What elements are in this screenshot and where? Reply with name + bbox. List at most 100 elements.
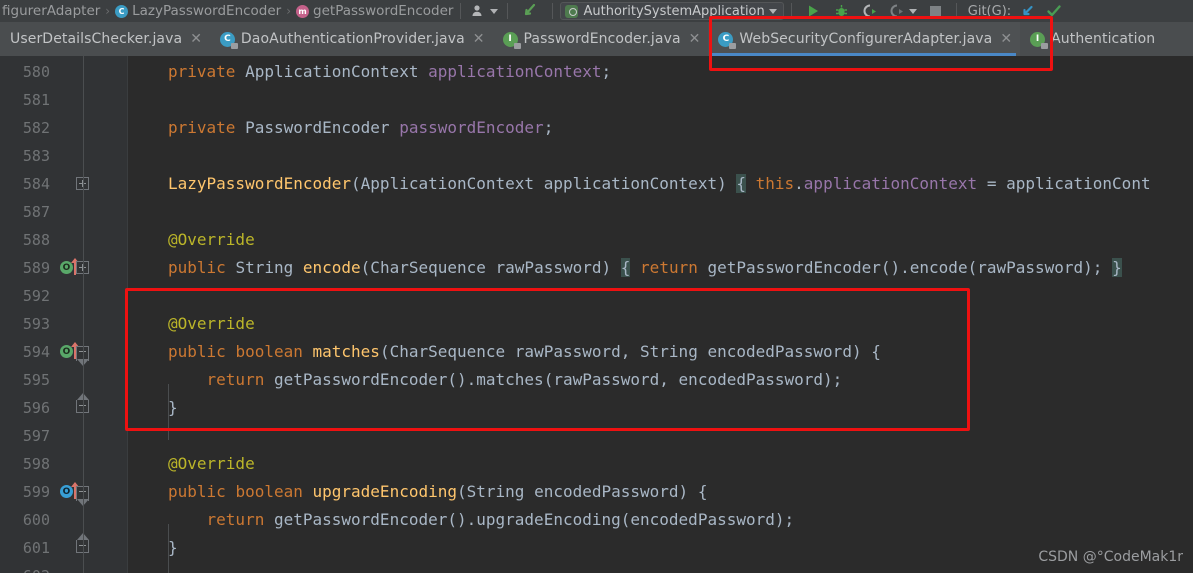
gutter-row: 597 <box>0 422 128 450</box>
git-update-button[interactable] <box>1015 0 1041 22</box>
breadcrumb-item-0[interactable]: figurerAdapter <box>2 3 100 19</box>
editor-tab-label: UserDetailsChecker.java <box>10 31 183 47</box>
line-number: 600 <box>22 511 50 529</box>
gutter-row: 583 <box>0 142 128 170</box>
code-token: (CharSequence rawPassword) <box>360 258 621 277</box>
interface-icon: I <box>1030 31 1049 49</box>
code-area[interactable]: private ApplicationContext applicationCo… <box>128 56 1193 573</box>
code-token: } <box>1112 258 1122 277</box>
gutter-row: 594 O <box>0 338 128 366</box>
user-avatar-dropdown[interactable] <box>468 0 500 22</box>
toolbar-divider-3 <box>552 3 554 19</box>
code-line: } <box>128 534 178 562</box>
line-number: 592 <box>22 287 50 305</box>
editor-tab-1[interactable]: C DaoAuthenticationProvider.java ✕ <box>210 22 493 56</box>
code-line: LazyPasswordEncoder(ApplicationContext a… <box>128 170 1151 198</box>
line-number: 589 <box>22 259 50 277</box>
profiler-button[interactable] <box>885 0 922 22</box>
line-number: 580 <box>22 63 50 81</box>
stop-icon <box>929 5 941 17</box>
gutter-row: 599 O <box>0 478 128 506</box>
code-token: (CharSequence rawPassword, String encode… <box>379 342 881 361</box>
commit-checkmark-icon <box>1047 5 1061 17</box>
run-button[interactable] <box>799 0 827 22</box>
update-project-icon <box>1023 5 1033 16</box>
code-token: . <box>794 174 804 193</box>
editor-tab-label: DaoAuthenticationProvider.java <box>240 31 465 47</box>
git-commit-button[interactable] <box>1041 0 1067 22</box>
gutter-marker-slot <box>56 198 86 226</box>
code-token: applicationContext <box>803 174 978 193</box>
close-icon[interactable]: ✕ <box>473 31 485 47</box>
code-token: private <box>168 118 246 137</box>
close-icon[interactable]: ✕ <box>689 31 701 47</box>
breadcrumb-item-1[interactable]: C LazyPasswordEncoder <box>115 3 281 19</box>
code-token: encode <box>302 258 361 277</box>
gutter-marker-slot <box>56 450 86 478</box>
editor-tab-4[interactable]: I Authentication <box>1020 22 1163 56</box>
indent-guide-1 <box>168 384 169 440</box>
line-number: 601 <box>22 539 50 557</box>
spring-boot-icon <box>565 4 579 18</box>
gutter-row: 593 <box>0 310 128 338</box>
chevron-down-icon <box>490 8 499 14</box>
gutter-row: 580 <box>0 58 128 86</box>
update-arrow-icon[interactable] <box>515 0 545 22</box>
code-token: applicationContext <box>428 62 602 81</box>
close-icon[interactable]: ✕ <box>190 31 202 47</box>
line-number: 593 <box>22 315 50 333</box>
line-number: 583 <box>22 147 50 165</box>
editor-tab-3[interactable]: C WebSecurityConfigurerAdapter.java ✕ <box>708 22 1021 56</box>
chevron-down-icon-runcfg <box>768 8 777 14</box>
code-line: private ApplicationContext applicationCo… <box>128 58 611 86</box>
editor-gutter[interactable]: 580 581 582 583 584 587 588 589 O 592 593 594 O 595 59… <box>0 56 128 573</box>
breadcrumb: figurerAdapter › C LazyPasswordEncoder › m get… <box>0 0 453 22</box>
code-line: public boolean upgradeEncoding(String en… <box>128 478 707 506</box>
editor-tab-bar: UserDetailsChecker.java ✕ C DaoAuthenticati… <box>0 22 1193 56</box>
code-token: return <box>206 510 274 529</box>
code-token: private <box>168 62 246 81</box>
line-number: 582 <box>22 119 50 137</box>
code-token: ApplicationContext <box>245 62 429 81</box>
class-icon: C <box>115 4 129 18</box>
code-editor[interactable]: 580 581 582 583 584 587 588 589 O 592 593 594 O 595 59… <box>0 56 1193 573</box>
debug-icon <box>835 4 847 16</box>
line-number: 596 <box>22 399 50 417</box>
interface-icon: I <box>502 31 521 49</box>
code-token: @Override <box>168 230 255 249</box>
editor-tab-0[interactable]: UserDetailsChecker.java ✕ <box>0 22 210 56</box>
stop-button[interactable] <box>922 0 949 22</box>
gutter-marker-slot <box>56 310 86 338</box>
gutter-row: 587 <box>0 198 128 226</box>
run-configuration-selector[interactable]: AuthoritySystemApplication <box>560 2 784 20</box>
line-number: 588 <box>22 231 50 249</box>
breadcrumb-label: getPasswordEncoder <box>313 3 454 19</box>
run-config-name: AuthoritySystemApplication <box>583 3 765 19</box>
editor-tab-2[interactable]: I PasswordEncoder.java ✕ <box>493 22 709 56</box>
gutter-marker-slot <box>56 58 86 86</box>
code-token: { <box>620 258 631 277</box>
line-number: 598 <box>22 455 50 473</box>
breadcrumb-separator: › <box>286 4 292 18</box>
run-with-coverage-button[interactable] <box>856 0 885 22</box>
fold-rail <box>83 56 84 573</box>
code-token: public <box>168 342 236 361</box>
debug-button[interactable] <box>827 0 856 22</box>
line-number: 584 <box>22 175 50 193</box>
line-number: 597 <box>22 427 50 445</box>
code-token: @Override <box>168 314 255 333</box>
gutter-row: 581 <box>0 86 128 114</box>
code-token: this <box>755 174 795 193</box>
close-icon[interactable]: ✕ <box>1000 31 1012 47</box>
gutter-row: 595 <box>0 366 128 394</box>
code-token: upgradeEncoding <box>312 482 458 501</box>
run-icon <box>808 5 818 17</box>
breadcrumb-item-2[interactable]: m getPasswordEncoder <box>296 3 453 19</box>
code-token: PasswordEncoder <box>245 118 400 137</box>
coverage-icon <box>863 4 876 17</box>
editor-tab-label: WebSecurityConfigurerAdapter.java <box>739 31 993 47</box>
code-line: public String encode(CharSequence rawPas… <box>128 254 1122 282</box>
